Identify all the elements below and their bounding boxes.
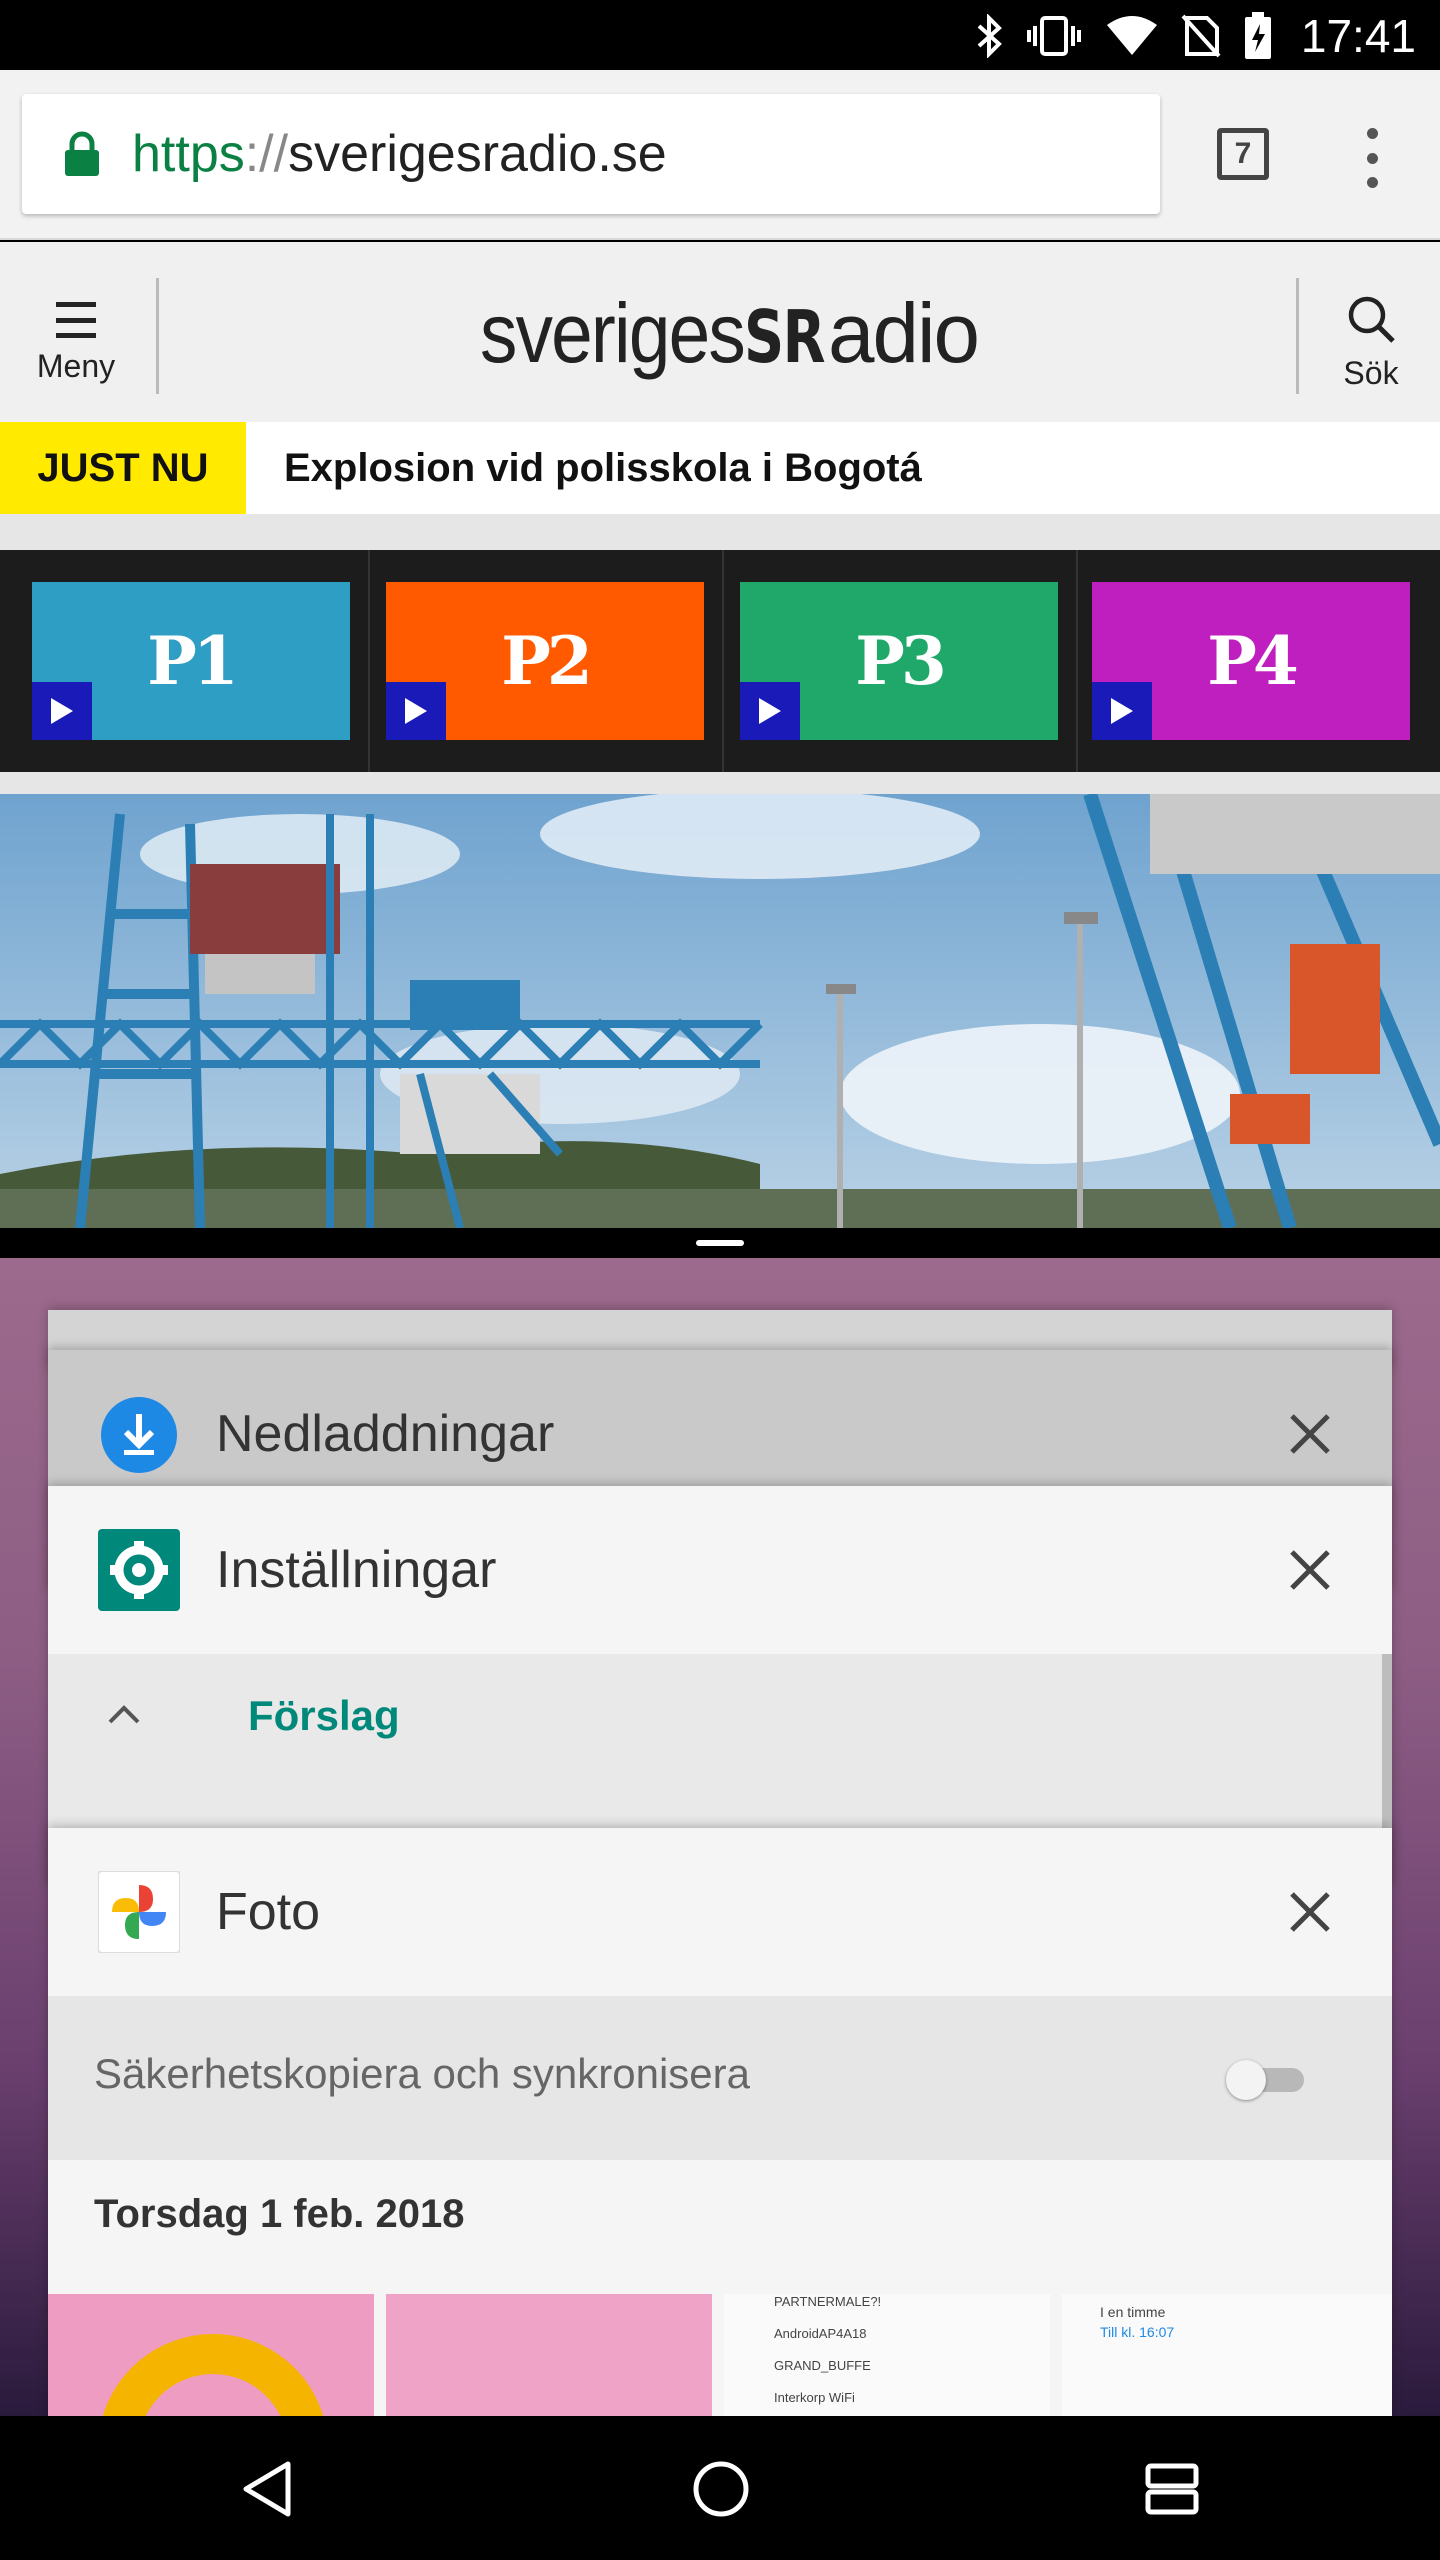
download-icon — [101, 1397, 177, 1473]
battery-charging-icon — [1244, 12, 1271, 59]
menu-label: Meny — [36, 348, 116, 384]
recents-icon[interactable] — [1144, 2462, 1200, 2516]
screenshot-text: GRAND_BUFFE — [774, 2358, 871, 2373]
play-icon[interactable] — [740, 682, 800, 740]
screenshot-text: Till kl. 16:07 — [1100, 2324, 1175, 2340]
screenshot-text: AndroidAP4A18 — [774, 2326, 867, 2341]
breaking-headline[interactable]: Explosion vid polisskola i Bogotá — [284, 422, 922, 514]
play-icon[interactable] — [386, 682, 446, 740]
channel-label: P4 — [1207, 622, 1299, 700]
channel-label: P2 — [501, 622, 593, 700]
hamburger-icon — [56, 302, 96, 338]
svg-text:SR: SR — [744, 295, 824, 379]
backup-row[interactable]: Säkerhetskopiera och synkronisera — [48, 1996, 1392, 2160]
site-logo[interactable]: sveriges SR adio — [480, 286, 980, 411]
search-button[interactable]: Sök — [1330, 294, 1412, 392]
spacer — [0, 772, 1440, 794]
browser-toolbar: https://sverigesradio.se 7 — [0, 70, 1440, 240]
no-sim-icon — [1181, 14, 1221, 58]
photo-thumbnail[interactable] — [386, 2294, 712, 2416]
search-label: Sök — [1343, 355, 1399, 391]
url-scheme: https — [132, 125, 245, 183]
header-divider — [1296, 278, 1299, 394]
breaking-news-bar[interactable]: JUST NU Explosion vid polisskola i Bogot… — [0, 422, 1440, 514]
channel-p2[interactable]: P2 — [386, 582, 704, 740]
breaking-badge: JUST NU — [0, 422, 246, 514]
header-divider — [156, 278, 159, 394]
channel-separator — [368, 550, 370, 772]
chevron-up-icon[interactable] — [106, 1702, 142, 1726]
photo-thumbnail[interactable]: PARTNERMALE?! AndroidAP4A18 GRAND_BUFFE … — [724, 2294, 1050, 2416]
lock-icon — [65, 131, 99, 176]
backup-label: Säkerhetskopiera och synkronisera — [94, 2050, 751, 2097]
channel-separator — [722, 550, 724, 772]
screenshot-text: PARTNERMALE?! — [774, 2294, 882, 2309]
harbour-crane-photo — [0, 794, 1440, 1228]
close-icon[interactable] — [1284, 1408, 1336, 1460]
overflow-menu-icon[interactable] — [1360, 128, 1384, 188]
channel-p3[interactable]: P3 — [740, 582, 1058, 740]
home-icon[interactable] — [692, 2460, 750, 2518]
status-bar: 17:41 — [0, 0, 1440, 70]
navigation-bar — [0, 2416, 1440, 2560]
spacer — [0, 514, 1440, 550]
hero-image[interactable] — [0, 794, 1440, 1228]
svg-text:sveriges: sveriges — [480, 290, 744, 380]
photo-grid: PARTNERMALE?! AndroidAP4A18 GRAND_BUFFE … — [48, 2294, 1392, 2416]
play-icon[interactable] — [32, 682, 92, 740]
url-separator: :// — [244, 125, 289, 183]
recent-card-photos[interactable]: Foto Säkerhetskopiera och synkronisera T… — [48, 1828, 1392, 2416]
split-handle[interactable] — [696, 1240, 744, 1246]
bluetooth-icon — [977, 14, 1002, 58]
split-screen-divider[interactable] — [0, 1228, 1440, 1258]
channel-strip: P1 P2 P3 P4 — [0, 550, 1440, 772]
date-heading: Torsdag 1 feb. 2018 — [94, 2192, 465, 2236]
channel-label: P1 — [147, 622, 239, 700]
recent-apps: Nedladdningar Inställningar Förslag Foto… — [0, 1258, 1440, 2416]
photo-thumbnail[interactable] — [48, 2294, 374, 2416]
play-icon[interactable] — [1092, 682, 1152, 740]
section-label: Förslag — [248, 1692, 400, 1739]
channel-separator — [1076, 550, 1078, 772]
photo-thumbnail[interactable]: I en timme Till kl. 16:07 — [1062, 2294, 1392, 2416]
close-icon[interactable] — [1284, 1886, 1336, 1938]
screenshot-text: Interkorp WiFi — [774, 2390, 855, 2405]
screenshot-text: I en timme — [1100, 2304, 1166, 2320]
channel-label: P3 — [855, 622, 947, 700]
url-text[interactable]: https://sverigesradio.se — [132, 124, 667, 184]
tab-switcher-button[interactable]: 7 — [1217, 128, 1269, 180]
site-header: Meny sveriges SR adio Sök — [0, 242, 1440, 422]
url-host: sverigesradio.se — [288, 125, 667, 183]
google-photos-icon — [98, 1871, 180, 1953]
back-icon[interactable] — [240, 2460, 296, 2518]
screen: 17:41 https://sverigesradio.se 7 Meny sv… — [0, 0, 1440, 2560]
channel-p1[interactable]: P1 — [32, 582, 350, 740]
status-icons: 17:41 — [977, 10, 1416, 62]
sveriges-radio-logo: sveriges SR adio — [480, 286, 980, 380]
address-bar[interactable]: https://sverigesradio.se — [22, 94, 1160, 214]
svg-text:adio: adio — [828, 290, 978, 380]
recent-card-settings[interactable]: Inställningar Förslag — [48, 1486, 1392, 1886]
card-title: Inställningar — [216, 1541, 497, 1599]
card-title: Nedladdningar — [216, 1405, 555, 1463]
menu-button[interactable]: Meny — [30, 302, 122, 385]
close-icon[interactable] — [1284, 1544, 1336, 1596]
channel-p4[interactable]: P4 — [1092, 582, 1410, 740]
tab-count: 7 — [1234, 137, 1252, 170]
backup-toggle[interactable] — [1226, 2058, 1310, 2100]
clock: 17:41 — [1300, 10, 1416, 62]
search-icon — [1348, 296, 1395, 343]
vibrate-icon — [1026, 16, 1081, 56]
settings-gear-icon — [98, 1529, 180, 1611]
wifi-icon — [1106, 16, 1157, 55]
card-title: Foto — [216, 1883, 321, 1941]
